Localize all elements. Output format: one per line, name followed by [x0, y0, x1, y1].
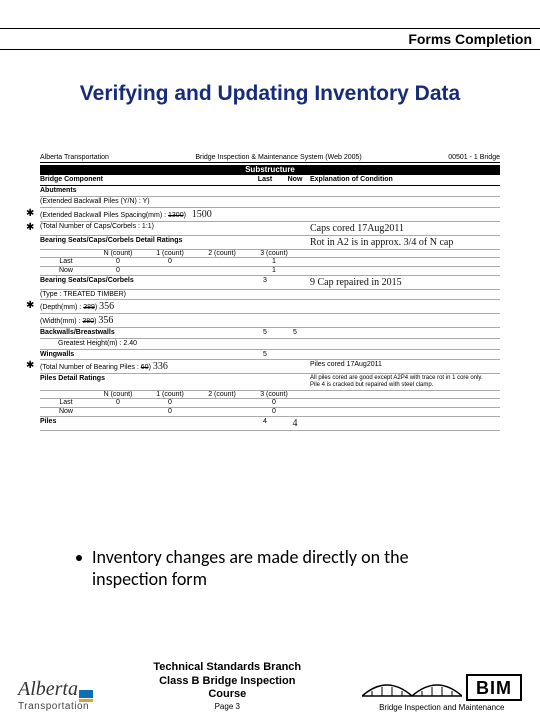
lc3: 1: [248, 258, 300, 266]
l2c0: 0: [92, 399, 144, 407]
star-icon: ✱: [26, 222, 34, 233]
pd-note2: Pile 4 is cracked but repaired with stee…: [310, 382, 433, 388]
cnt-h4: 3 (count): [248, 250, 300, 258]
n2c2: [196, 408, 248, 416]
n2c3: 0: [248, 408, 300, 416]
credits-line2: Class B Bridge Inspection: [153, 675, 301, 689]
bullet-item: Inventory changes are made directly on t…: [76, 546, 476, 590]
spacing-old: 1300: [168, 212, 184, 219]
star-icon: ✱: [26, 360, 34, 371]
cnt2-h2: 1 (count): [144, 391, 196, 399]
bs-hand: 9 Cap repaired in 2015: [310, 277, 500, 288]
l2c2: [196, 399, 248, 407]
spacing-new: 1500: [192, 209, 212, 220]
scanned-form: Alberta Transportation Bridge Inspection…: [40, 154, 500, 474]
nc2: [196, 267, 248, 275]
bim-logo-block: BIM Bridge Inspection and Maintenance: [362, 674, 522, 712]
scan-code: 00501 - 1 Bridge: [448, 154, 500, 162]
n2c0: [92, 408, 144, 416]
bim-text: BIM: [466, 674, 522, 701]
nc1: [144, 267, 196, 275]
l2c3: 0: [248, 399, 300, 407]
now2-lbl: Now: [40, 408, 92, 416]
bullet-icon: [76, 555, 82, 561]
alberta-word: Alberta: [18, 678, 78, 701]
row-piles: Piles: [40, 418, 250, 429]
row-backwalls: Backwalls/Breastwalls: [40, 329, 250, 337]
row-piles-detail: Piles Detail Ratings: [40, 375, 250, 388]
nc3: 1: [248, 267, 300, 275]
scan-org: Alberta Transportation: [40, 154, 109, 162]
depth-new: 356: [99, 301, 114, 312]
bw-last: 5: [250, 329, 280, 337]
header-title: Forms Completion: [408, 31, 532, 47]
bim-sub: Bridge Inspection and Maintenance: [362, 703, 522, 712]
row-depth: (Depth(mm) :: [40, 304, 81, 311]
bullet-text: Inventory changes are made directly on t…: [92, 546, 476, 590]
footer: Alberta Transportation Technical Standar…: [0, 661, 540, 712]
ww-last: 5: [250, 351, 280, 359]
header-band: Forms Completion: [0, 28, 540, 50]
page-number: Page 3: [153, 702, 301, 712]
abutments-label: Abutments: [40, 187, 250, 195]
depth-old: 389: [83, 304, 95, 311]
cnt2-h3: 2 (count): [196, 391, 248, 399]
pd-note1: All piles cored are good except A2P4 wit…: [310, 375, 483, 381]
lc2: [196, 258, 248, 266]
star-icon: ✱: [26, 208, 34, 219]
row-ext-piles: (Extended Backwall Piles (Y/N) : Y): [40, 198, 250, 206]
col-last: Last: [250, 176, 280, 184]
credits-line1: Technical Standards Branch: [153, 661, 301, 675]
row-bearing-detail: Bearing Seats/Caps/Corbels Detail Rating…: [40, 237, 250, 248]
nc0: 0: [92, 267, 144, 275]
lc1: 0: [144, 258, 196, 266]
tbp-new: 336: [153, 361, 168, 372]
col-component: Bridge Component: [40, 176, 250, 184]
scan-section: Substructure: [40, 165, 500, 176]
cnt2-h1: N (count): [92, 391, 144, 399]
col-now: Now: [280, 176, 310, 184]
row-bearing-seats: Bearing Seats/Caps/Corbels: [40, 277, 250, 288]
bs-last: 3: [250, 277, 280, 288]
alberta-sub: Transportation: [18, 701, 89, 712]
lc0: 0: [92, 258, 144, 266]
bridge-icon: [362, 680, 462, 698]
star-icon: ✱: [26, 300, 34, 311]
l2c1: 0: [144, 399, 196, 407]
row-gheight: Greatest Height(m) :: [58, 340, 121, 347]
width-new: 356: [98, 315, 113, 326]
cnt2-h4: 3 (count): [248, 391, 300, 399]
tbp-old: 60: [141, 364, 149, 371]
width-old: 380: [82, 318, 94, 325]
row-tbp: (Total Number of Bearing Piles :: [40, 364, 139, 371]
row-width: (Width(mm) :: [40, 318, 80, 325]
last-lbl: Last: [40, 258, 92, 266]
cnt-h2: 1 (count): [144, 250, 196, 258]
caps-note: Caps cored 17Aug2011: [310, 223, 500, 234]
piles-hand: 4: [280, 418, 310, 429]
bearing-note: Rot in A2 is in approx. 3/4 of N cap: [310, 237, 500, 248]
piles-last: 4: [250, 418, 280, 429]
row-totalcaps: (Total Number of Caps/Corbels : 1:1): [40, 223, 250, 234]
n2c1: 0: [144, 408, 196, 416]
col-explanation: Explanation of Condition: [310, 176, 500, 184]
gheight-val: 2.40: [123, 340, 137, 347]
slide-title: Verifying and Updating Inventory Data: [0, 82, 540, 106]
credits-line3: Course: [153, 688, 301, 702]
last2-lbl: Last: [40, 399, 92, 407]
cnt-h3: 2 (count): [196, 250, 248, 258]
now-lbl: Now: [40, 267, 92, 275]
cnt-h1: N (count): [92, 250, 144, 258]
flag-icon: [79, 690, 93, 698]
cnt-h0: [40, 250, 92, 258]
scan-system: Bridge Inspection & Maintenance System (…: [195, 154, 361, 162]
row-wingwalls: Wingwalls: [40, 351, 250, 359]
row-spacing: (Extended Backwall Piles Spacing(mm) :: [40, 212, 166, 219]
footer-credits: Technical Standards Branch Class B Bridg…: [153, 661, 301, 712]
alberta-logo: Alberta Transportation: [18, 678, 93, 712]
bw-now: 5: [280, 329, 310, 337]
cored-note: Piles cored 17Aug2011: [310, 361, 500, 372]
row-type: (Type : TREATED TIMBER): [40, 291, 250, 299]
